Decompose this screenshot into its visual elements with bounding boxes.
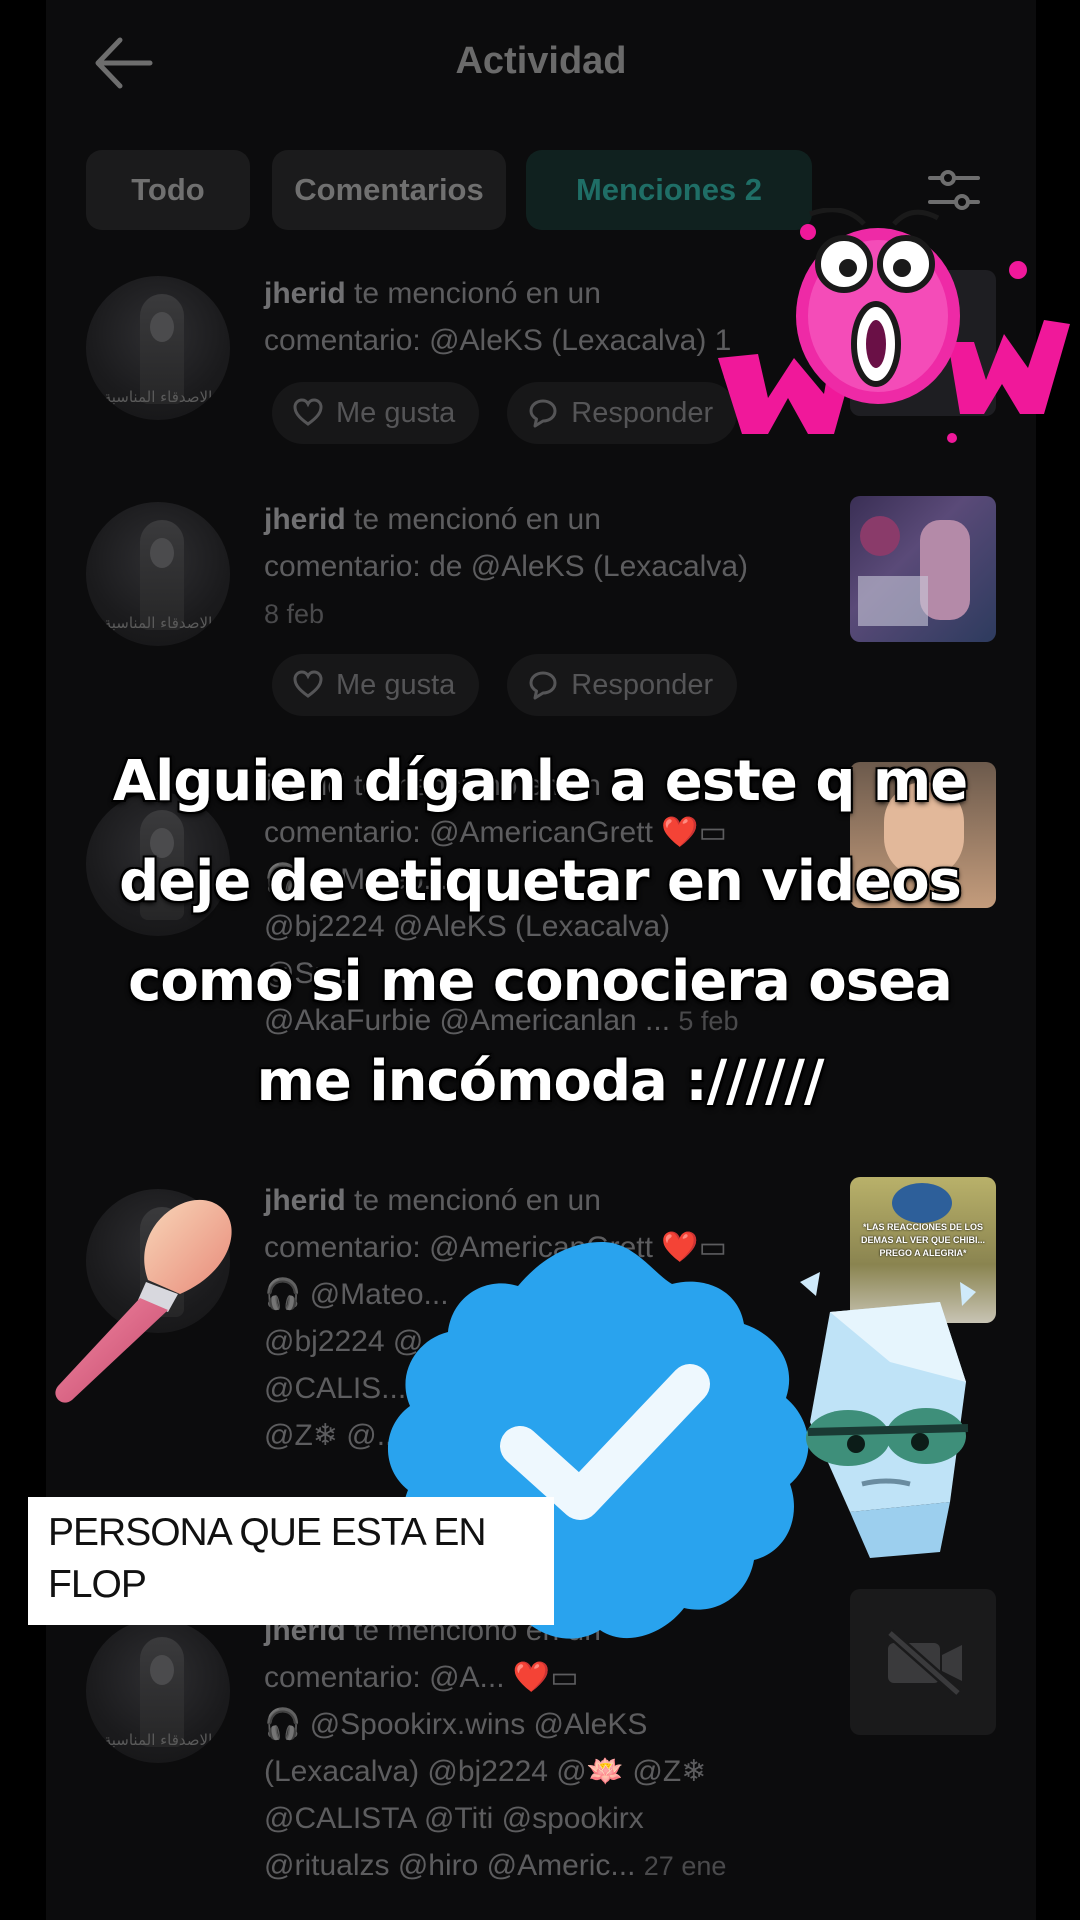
post-thumbnail[interactable]	[850, 496, 996, 642]
comment-icon	[529, 671, 557, 700]
like-button[interactable]: Me gusta	[272, 654, 480, 716]
makeup-brush-icon	[55, 1199, 232, 1403]
avatar[interactable]: الاصدقاء المناسبة	[86, 1619, 230, 1763]
persona-label: PERSONA QUE ESTA EN FLOP	[28, 1497, 554, 1625]
heart-icon	[293, 398, 323, 426]
notification-text: jherid te mencionó en un comentario: de …	[264, 503, 749, 629]
heart-icon	[293, 670, 323, 698]
tab-todo[interactable]: Todo	[86, 150, 250, 230]
wow-sticker	[718, 208, 1070, 443]
comment-icon	[529, 399, 557, 428]
reply-button[interactable]: Responder	[507, 654, 738, 716]
avatar[interactable]: الاصدقاء المناسبة	[86, 502, 230, 646]
header: Actividad	[46, 0, 1036, 130]
like-button[interactable]: Me gusta	[272, 382, 480, 444]
page-title: Actividad	[455, 40, 627, 82]
avatar[interactable]: الاصدقاء المناسبة	[86, 276, 230, 420]
post-thumbnail[interactable]	[850, 1589, 996, 1735]
caption-overlay: Alguien díganle a este q me deje de etiq…	[112, 749, 968, 1114]
embarrassment-character	[800, 1272, 976, 1558]
tab-comentarios[interactable]: Comentarios	[272, 150, 506, 230]
video-off-icon	[886, 1629, 962, 1697]
